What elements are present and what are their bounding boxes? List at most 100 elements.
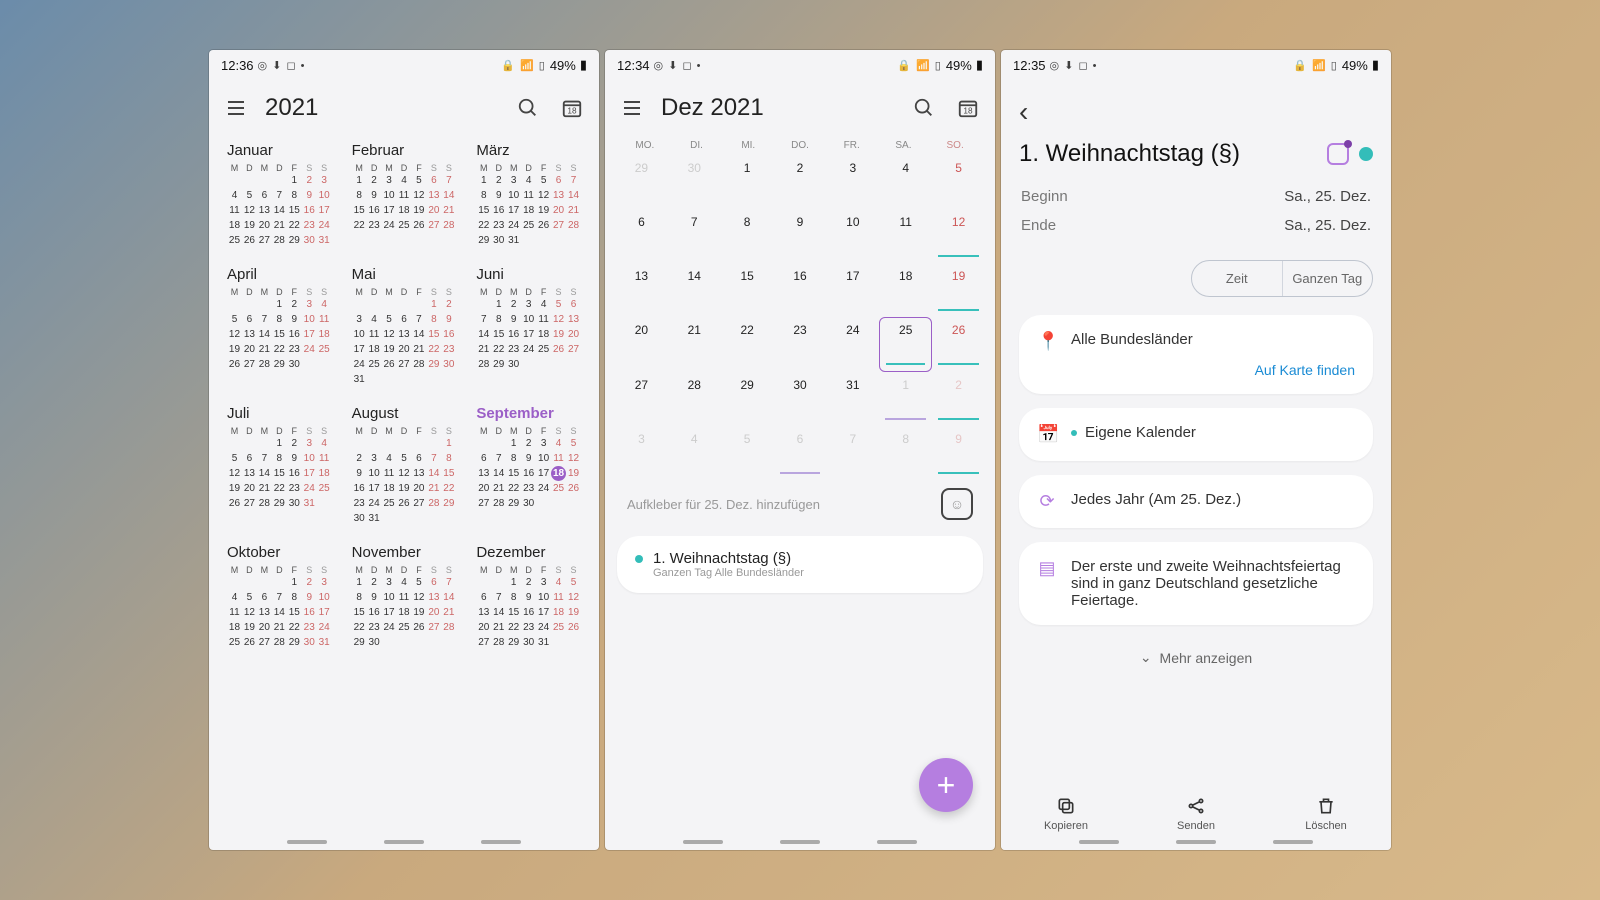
sticker-icon[interactable] [1327, 143, 1349, 165]
week-row: 891011121314 [352, 590, 457, 605]
month-juli[interactable]: JuliMDMDFSS12345678910111213141516171819… [227, 405, 332, 526]
month-september[interactable]: SeptemberMDMDFSS123456789101112131415161… [476, 405, 581, 526]
repeat-card[interactable]: ⟳Jedes Jahr (Am 25. Dez.) [1019, 475, 1373, 528]
add-button[interactable]: + [919, 758, 973, 812]
day-cell-14[interactable]: 14 [668, 263, 721, 317]
month-april[interactable]: AprilMDMDFSS1234567891011121314151617181… [227, 266, 332, 387]
pill-time[interactable]: Zeit [1192, 261, 1282, 296]
dow-row: MO.DI.MI.DO.FR.SA.SO. [605, 136, 995, 155]
day-cell-7[interactable]: 7 [668, 209, 721, 263]
search-icon[interactable] [909, 93, 939, 123]
day-cell-31[interactable]: 31 [826, 372, 879, 426]
week-row: 45678910 [227, 590, 332, 605]
day-cell-21[interactable]: 21 [668, 317, 721, 371]
calendar-card[interactable]: 📅Eigene Kalender [1019, 408, 1373, 461]
today-icon[interactable]: 18 [557, 93, 587, 123]
today-icon[interactable]: 18 [953, 93, 983, 123]
year-title[interactable]: 2021 [265, 94, 318, 122]
month-oktober[interactable]: OktoberMDMDFSS12345678910111213141516171… [227, 544, 332, 650]
day-cell-20[interactable]: 20 [615, 317, 668, 371]
month-title[interactable]: Dez 2021 [661, 94, 764, 122]
week-row: 12131415161718 [227, 327, 332, 342]
day-cell-22[interactable]: 22 [721, 317, 774, 371]
month-name: November [352, 544, 457, 561]
day-cell-5[interactable]: 5 [932, 155, 985, 209]
nav-bar[interactable] [209, 840, 599, 844]
day-cell-2[interactable]: 2 [774, 155, 827, 209]
week-row: 2728293031 [476, 635, 581, 650]
day-cell-18[interactable]: 18 [879, 263, 932, 317]
nav-bar[interactable] [605, 840, 995, 844]
day-cell-8[interactable]: 8 [879, 426, 932, 480]
day-cell-1[interactable]: 1 [721, 155, 774, 209]
day-cell-8[interactable]: 8 [721, 209, 774, 263]
battery-icon: ▮ [976, 57, 983, 73]
search-icon[interactable] [513, 93, 543, 123]
day-cell-9[interactable]: 9 [932, 426, 985, 480]
day-cell-6[interactable]: 6 [774, 426, 827, 480]
day-cell-25[interactable]: 25 [879, 317, 932, 372]
day-cell-4[interactable]: 4 [668, 426, 721, 480]
day-cell-30[interactable]: 30 [774, 372, 827, 426]
week-row: 1234 [227, 436, 332, 451]
map-link[interactable]: Auf Karte finden [1037, 352, 1355, 378]
sticker-icon[interactable]: ☺ [941, 488, 973, 520]
month-märz[interactable]: MärzMDMDFSS12345678910111213141516171819… [476, 142, 581, 248]
day-cell-11[interactable]: 11 [879, 209, 932, 263]
event-card[interactable]: 1. Weihnachtstag (§) Ganzen Tag Alle Bun… [617, 536, 983, 593]
month-november[interactable]: NovemberMDMDFSS1234567891011121314151617… [352, 544, 457, 650]
day-cell-29[interactable]: 29 [721, 372, 774, 426]
day-cell-17[interactable]: 17 [826, 263, 879, 317]
day-cell-24[interactable]: 24 [826, 317, 879, 371]
dow-row: MDMDFSS [476, 163, 581, 173]
month-januar[interactable]: JanuarMDMDFSS123456789101112131415161718… [227, 142, 332, 248]
menu-icon[interactable] [617, 93, 647, 123]
sticker-hint-row[interactable]: Aufkleber für 25. Dez. hinzufügen ☺ [605, 480, 995, 528]
day-cell-5[interactable]: 5 [721, 426, 774, 480]
day-cell-19[interactable]: 19 [932, 263, 985, 317]
day-cell-16[interactable]: 16 [774, 263, 827, 317]
day-cell-6[interactable]: 6 [615, 209, 668, 263]
back-icon[interactable]: ‹ [1019, 90, 1373, 134]
day-cell-27[interactable]: 27 [615, 372, 668, 426]
day-cell-23[interactable]: 23 [774, 317, 827, 371]
nav-bar[interactable] [1001, 840, 1391, 844]
more-button[interactable]: ⌄Mehr anzeigen [1019, 639, 1373, 676]
day-cell-12[interactable]: 12 [932, 209, 985, 263]
status-right-icons: 🔒 📶 ▯ [501, 59, 546, 72]
menu-icon[interactable] [221, 93, 251, 123]
note-card[interactable]: ▤Der erste und zweite Weihnachtsfeiertag… [1019, 542, 1373, 625]
day-cell-30[interactable]: 30 [668, 155, 721, 209]
month-mai[interactable]: MaiMDMDFSS123456789101112131415161718192… [352, 266, 457, 387]
day-cell-28[interactable]: 28 [668, 372, 721, 426]
month-august[interactable]: AugustMDMDFSS123456789101112131415161718… [352, 405, 457, 526]
day-cell-3[interactable]: 3 [615, 426, 668, 480]
day-cell-1[interactable]: 1 [879, 372, 932, 426]
clock: 12:36 [221, 58, 254, 73]
pin-icon: 📍 [1037, 331, 1057, 352]
day-cell-2[interactable]: 2 [932, 372, 985, 426]
week-row: 567891011 [227, 451, 332, 466]
calendar-color-dot[interactable] [1359, 147, 1373, 161]
day-cell-26[interactable]: 26 [932, 317, 985, 371]
phone-year-view: 12:36◎ ⬇ ◻ • 🔒 📶 ▯49%▮ 2021 18 JanuarMDM… [209, 50, 599, 850]
day-cell-15[interactable]: 15 [721, 263, 774, 317]
day-cell-10[interactable]: 10 [826, 209, 879, 263]
week-row: 21222324252627 [476, 342, 581, 357]
month-dezember[interactable]: DezemberMDMDFSS1234567891011121314151617… [476, 544, 581, 650]
week-row: 1234 [227, 297, 332, 312]
day-cell-3[interactable]: 3 [826, 155, 879, 209]
sticker-hint: Aufkleber für 25. Dez. hinzufügen [627, 497, 820, 512]
pill-allday[interactable]: Ganzen Tag [1282, 261, 1373, 296]
location-card[interactable]: 📍Alle Bundesländer Auf Karte finden [1019, 315, 1373, 394]
day-cell-13[interactable]: 13 [615, 263, 668, 317]
day-cell-29[interactable]: 29 [615, 155, 668, 209]
month-juni[interactable]: JuniMDMDFSS12345678910111213141516171819… [476, 266, 581, 387]
month-februar[interactable]: FebruarMDMDFSS12345678910111213141516171… [352, 142, 457, 248]
year-scroll[interactable]: JanuarMDMDFSS123456789101112131415161718… [209, 136, 599, 850]
day-cell-4[interactable]: 4 [879, 155, 932, 209]
time-mode-toggle[interactable]: Zeit Ganzen Tag [1191, 260, 1373, 297]
week-row: 17181920212223 [352, 342, 457, 357]
day-cell-9[interactable]: 9 [774, 209, 827, 263]
day-cell-7[interactable]: 7 [826, 426, 879, 480]
